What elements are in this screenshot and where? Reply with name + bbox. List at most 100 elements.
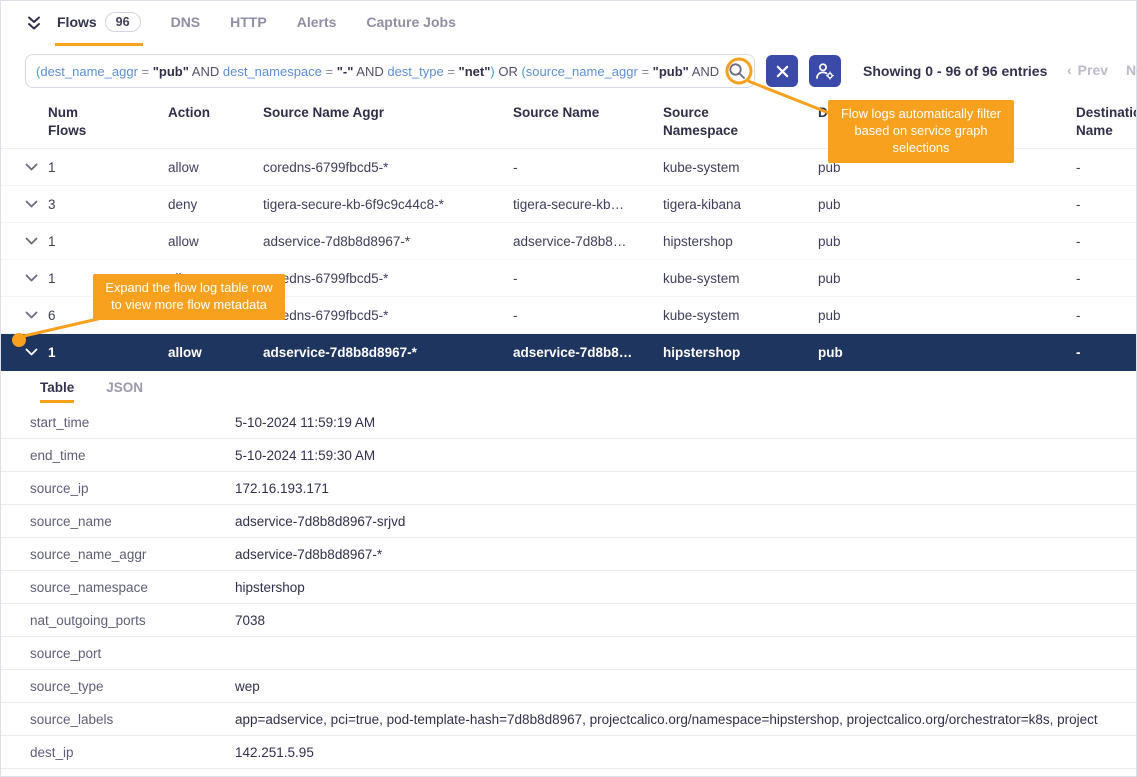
query-segment: "pub" [653,64,689,79]
query-segment: AND [189,64,223,79]
cell-dest-name: - [1076,308,1137,323]
cell-source-name-aggr: adservice-7d8b8d8967-* [263,345,513,360]
field-value: 5-10-2024 11:59:19 AM [235,415,1137,430]
chevron-left-icon: ‹ [1067,62,1072,78]
cell-action: deny [168,197,263,212]
column-header-source-name-aggr: Source Name Aggr [263,104,513,122]
flow-table-row[interactable]: 1allowadservice-7d8b8d8967-*adservice-7d… [0,223,1137,260]
detail-field-row: source_namespacehipstershop [0,571,1137,604]
field-key: source_name_aggr [30,547,235,562]
detail-field-row: source_name_aggradservice-7d8b8d8967-* [0,538,1137,571]
detail-field-row: source_typewep [0,670,1137,703]
cell-num-flows: 1 [48,345,168,360]
query-segment: source_name_aggr [526,64,638,79]
flow-table-row[interactable]: 3denytigera-secure-kb-6f9c9c44c8-* tigera… [0,186,1137,223]
field-value: 172.16.193.171 [235,481,1137,496]
column-header-num-flows: Num Flows [48,104,106,140]
table-body: 1allowcoredns-6799fbcd5-*-kube-systempub… [0,149,1137,371]
tab-alerts[interactable]: Alerts [295,0,339,46]
field-value: app=adservice, pci=true, pod-template-ha… [235,712,1137,727]
tab-label: Flows [57,14,97,30]
query-segment: = [444,64,459,79]
query-segment: AND [353,64,387,79]
row-expand-chevron-icon[interactable] [25,237,48,245]
query-segment: "pub" [153,64,189,79]
cell-source-namespace: kube-system [663,271,818,286]
cell-action: allow [168,234,263,249]
query-segment: dest_namespace [223,64,322,79]
query-segment: = [638,64,653,79]
flow-table-row[interactable]: 1allowadservice-7d8b8d8967-*adservice-7d… [0,334,1137,371]
cell-source-name-aggr: coredns-6799fbcd5-* [263,308,513,323]
row-expand-chevron-icon[interactable] [25,274,48,282]
person-gear-icon [815,62,835,80]
clear-query-button[interactable] [766,55,798,87]
column-header-destination-name: Destination Name [1076,104,1137,140]
detail-field-row: source_port [0,637,1137,670]
double-chevron-down-icon [25,16,43,31]
prev-page-button[interactable]: ‹ Prev [1067,62,1108,78]
detail-field-row: end_time5-10-2024 11:59:30 AM [0,439,1137,472]
cell-source-name: - [513,160,663,175]
row-expand-chevron-icon[interactable] [25,200,48,208]
query-input[interactable]: (dest_name_aggr = "pub" AND dest_namespa… [25,54,755,88]
column-header-source-namespace: Source Namespace [663,104,761,140]
user-settings-button[interactable] [809,55,841,87]
query-segment: dest_type [387,64,443,79]
tab-http[interactable]: HTTP [228,0,269,46]
row-expand-chevron-icon[interactable] [25,311,48,319]
flow-detail-panel: Table JSON start_time5-10-2024 11:59:19 A… [0,371,1137,769]
tab-dns[interactable]: DNS [169,0,203,46]
search-icon[interactable] [728,62,746,80]
detail-tab-json[interactable]: JSON [106,380,143,403]
cell-source-namespace: kube-system [663,160,818,175]
column-header-action: Action [168,104,263,122]
row-expand-chevron-icon[interactable] [25,348,48,356]
cell-dest-name: - [1076,197,1137,212]
collapse-panel-button[interactable] [25,0,43,46]
row-expand-chevron-icon[interactable] [25,163,48,171]
cell-source-name: adservice-7d8b8… [513,345,663,360]
next-label: Next [1126,62,1137,78]
cell-source-name-aggr: tigera-secure-kb-6f9c9c44c8-* [263,197,513,212]
detail-field-row: start_time5-10-2024 11:59:19 AM [0,406,1137,439]
field-key: source_namespace [30,580,235,595]
detail-field-row: dest_ip142.251.5.95 [0,736,1137,769]
field-key: source_labels [30,712,235,727]
close-icon [776,65,789,78]
cell-source-namespace: tigera-kibana [663,197,818,212]
query-segment: dest_name_aggr [40,64,138,79]
field-value: 5-10-2024 11:59:30 AM [235,448,1137,463]
detail-field-row: source_ip172.16.193.171 [0,472,1137,505]
field-value: adservice-7d8b8d8967-* [235,547,1137,562]
field-key: source_port [30,646,235,661]
cell-num-flows: 1 [48,160,168,175]
field-value: adservice-7d8b8d8967-srjvd [235,514,1137,529]
filter-toolbar: (dest_name_aggr = "pub" AND dest_namespa… [25,54,1137,88]
detail-tab-table[interactable]: Table [40,380,74,403]
query-segment: OR [495,64,522,79]
cell-source-name-aggr: coredns-6799fbcd5-* [263,271,513,286]
cell-dest-name: - [1076,345,1137,360]
field-value: wep [235,679,1137,694]
cell-num-flows: 3 [48,197,168,212]
cell-dest-name-aggr: pub [818,197,1076,212]
detail-field-row: source_labelsapp=adservice, pci=true, po… [0,703,1137,736]
top-tab-bar: Flows 96 DNS HTTP Alerts Capture Jobs [0,0,1137,46]
query-segment: "-" [337,64,354,79]
cell-source-namespace: hipstershop [663,234,818,249]
next-page-button[interactable]: Next › [1126,62,1137,78]
entries-count: Showing 0 - 96 of 96 entries [863,63,1047,79]
query-segment: "net" [459,64,491,79]
detail-fields: start_time5-10-2024 11:59:19 AMend_time5… [0,406,1137,769]
tab-flows[interactable]: Flows 96 [55,0,143,46]
field-value: 7038 [235,613,1137,628]
query-segment: = [138,64,153,79]
cell-action: allow [168,345,263,360]
cell-dest-name-aggr: pub [818,345,1076,360]
tab-label: DNS [171,14,201,30]
flow-logs-page: Flows 96 DNS HTTP Alerts Capture Jobs (dest_n… [0,0,1137,777]
tab-capture-jobs[interactable]: Capture Jobs [364,0,457,46]
query-segment: = [322,64,337,79]
flows-count-badge: 96 [105,12,141,32]
